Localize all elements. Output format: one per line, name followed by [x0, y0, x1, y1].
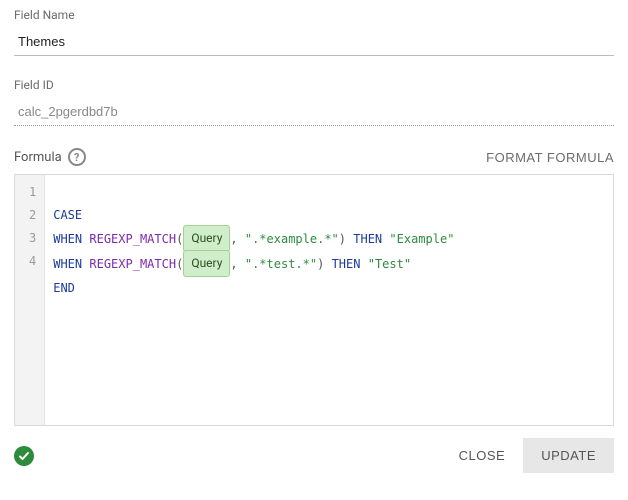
fn-regexp: REGEXP_MATCH — [89, 232, 176, 246]
field-name-label: Field Name — [14, 8, 614, 22]
field-id-input[interactable] — [14, 98, 614, 126]
kw-when: WHEN — [53, 232, 82, 246]
update-button[interactable]: UPDATE — [523, 438, 614, 473]
kw-case: CASE — [53, 208, 82, 222]
field-name-input[interactable] — [14, 28, 614, 56]
editor-code[interactable]: CASE WHEN REGEXP_MATCH(Query, ".*example… — [45, 175, 613, 425]
str-res2: "Test" — [368, 257, 411, 271]
close-button[interactable]: CLOSE — [441, 438, 524, 473]
status-valid-icon — [14, 446, 34, 466]
kw-then-2: THEN — [332, 257, 361, 271]
kw-end: END — [53, 281, 75, 295]
str-pat2: ".*test.*" — [245, 257, 317, 271]
kw-when-2: WHEN — [53, 257, 82, 271]
formula-editor[interactable]: 1234 CASE WHEN REGEXP_MATCH(Query, ".*ex… — [14, 174, 614, 426]
str-res1: "Example" — [389, 232, 454, 246]
editor-gutter: 1234 — [15, 175, 45, 425]
field-id-label: Field ID — [14, 78, 614, 92]
str-pat1: ".*example.*" — [245, 232, 339, 246]
kw-then: THEN — [353, 232, 382, 246]
fn-regexp-2: REGEXP_MATCH — [89, 257, 176, 271]
help-icon[interactable]: ? — [68, 148, 86, 166]
format-formula-button[interactable]: FORMAT FORMULA — [486, 150, 614, 165]
chip-query-2[interactable]: Query — [183, 250, 230, 277]
formula-label: Formula — [14, 150, 62, 165]
chip-query[interactable]: Query — [183, 225, 230, 252]
